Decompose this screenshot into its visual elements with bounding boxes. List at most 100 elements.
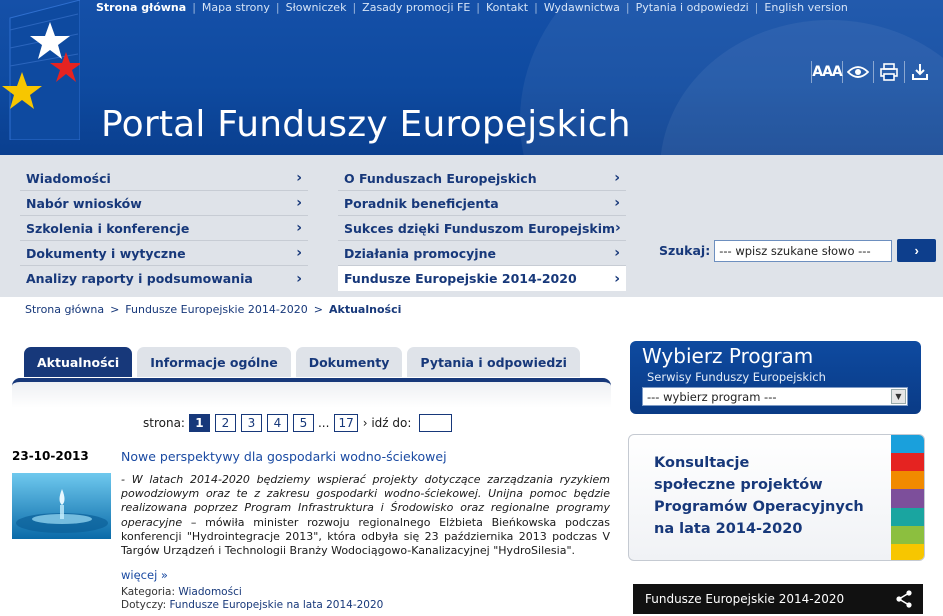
page-link[interactable]: 5 — [292, 414, 314, 432]
menu-item-analyses[interactable]: Analizy raporty i podsumowania › — [20, 266, 308, 291]
tab-faq[interactable]: Pytania i odpowiedzi — [407, 347, 580, 377]
menu-item-label: O Funduszach Europejskich — [344, 170, 537, 186]
site-header: Strona główna | Mapa strony | Słowniczek… — [0, 0, 943, 155]
funds-2014-2020-bar[interactable]: Fundusze Europejskie 2014-2020 — [633, 584, 923, 614]
funds-bar-label: Fundusze Europejskie 2014-2020 — [645, 592, 845, 606]
pagination-label: strona: — [143, 416, 185, 430]
breadcrumb-funds-link[interactable]: Fundusze Europejskie 2014-2020 — [125, 303, 308, 316]
chevron-right-icon: › — [296, 170, 302, 186]
breadcrumb-home-link[interactable]: Strona główna — [25, 303, 104, 316]
search-label: Szukaj: — [659, 243, 711, 258]
breadcrumb-current: Aktualności — [329, 303, 402, 316]
page-link[interactable]: 3 — [240, 414, 262, 432]
topnav-separator: | — [275, 0, 280, 14]
page-link-current[interactable]: 1 — [188, 414, 210, 432]
tab-documents[interactable]: Dokumenty — [295, 347, 403, 377]
color-stripe — [891, 489, 924, 508]
menu-item-beneficiary-guide[interactable]: Poradnik beneficjenta › — [338, 191, 626, 216]
color-stripe — [891, 507, 924, 526]
menu-item-news[interactable]: Wiadomości › — [20, 166, 308, 191]
eu-funds-logo-icon[interactable] — [2, 0, 80, 140]
menu-item-label: Nabór wniosków — [26, 195, 142, 211]
concerns-label: Dotyczy: — [121, 599, 167, 611]
chevron-right-icon: › — [296, 270, 302, 287]
font-size-label: AAA — [812, 64, 842, 80]
topnav-separator: | — [476, 0, 480, 14]
topnav-contact-link[interactable]: Kontakt — [486, 1, 528, 14]
consultation-banner[interactable]: Konsultacje społeczne projektów Programó… — [628, 434, 925, 561]
topnav-english-link[interactable]: English version — [764, 1, 848, 14]
search-form: Szukaj: › — [659, 239, 937, 262]
topnav-publications-link[interactable]: Wydawnictwa — [544, 1, 620, 14]
breadcrumb-separator: > — [313, 303, 324, 316]
color-stripe — [891, 525, 924, 544]
goto-page-input[interactable] — [419, 414, 453, 432]
download-icon[interactable] — [905, 60, 935, 84]
eye-icon[interactable] — [843, 60, 873, 84]
topnav-home-link[interactable]: Strona główna — [96, 1, 186, 14]
menu-item-label: Dokumenty i wytyczne — [26, 245, 186, 261]
program-selector-box: Wybierz Program Serwisy Funduszy Europej… — [630, 341, 921, 414]
page-link[interactable]: 4 — [266, 414, 288, 432]
main-menu: Wiadomości › Nabór wniosków › Szkolenia i … — [0, 155, 943, 297]
article-concerns: Dotyczy: Fundusze Europejskie na lata 20… — [121, 599, 383, 611]
page-link-last[interactable]: 17 — [334, 414, 358, 432]
chevron-right-icon: › — [296, 245, 302, 261]
consultation-line: społeczne projektów — [654, 477, 823, 493]
chevron-right-icon: › — [296, 220, 302, 236]
share-icon[interactable] — [895, 590, 913, 608]
menu-item-label: Działania promocyjne — [344, 245, 496, 261]
chevron-right-icon: › — [614, 270, 620, 287]
topnav-promotion-rules-link[interactable]: Zasady promocji FE — [362, 1, 470, 14]
chevron-right-icon: › — [614, 245, 620, 261]
topnav-glossary-link[interactable]: Słowniczek — [286, 1, 347, 14]
chevron-right-icon: › — [614, 195, 620, 211]
tab-general-info[interactable]: Informacje ogólne — [137, 347, 291, 377]
category-link[interactable]: Wiadomości — [178, 586, 241, 598]
tab-panel-header — [12, 378, 611, 408]
topnav-separator: | — [352, 0, 357, 14]
search-input[interactable] — [714, 239, 893, 262]
consultation-line: na lata 2014-2020 — [654, 521, 803, 537]
menu-item-label: Sukces dzięki Funduszom Europejskim — [344, 220, 616, 236]
program-select[interactable]: --- wybierz program --- ▼ — [642, 387, 908, 406]
menu-item-calls[interactable]: Nabór wniosków › — [20, 191, 308, 216]
breadcrumb-separator: > — [110, 303, 120, 316]
menu-item-success-stories[interactable]: Sukces dzięki Funduszom Europejskim › — [338, 216, 626, 241]
article-date: 23-10-2013 — [12, 449, 89, 463]
menu-item-about-funds[interactable]: O Funduszach Europejskich › — [338, 166, 626, 191]
article-text: – mówiła minister rozwoju regionalnego E… — [121, 515, 610, 558]
menu-item-trainings[interactable]: Szkolenia i konferencje › — [20, 216, 308, 241]
tab-news[interactable]: Aktualności — [24, 347, 133, 377]
topnav-separator: | — [534, 0, 538, 14]
pagination-ellipsis: ... — [317, 416, 330, 430]
consultation-line: Konsultacje — [654, 455, 750, 471]
article-thumbnail[interactable] — [12, 473, 111, 539]
color-stripe — [891, 435, 924, 454]
color-stripe — [891, 453, 924, 472]
top-navigation: Strona główna | Mapa strony | Słowniczek… — [96, 0, 848, 14]
read-more-link[interactable]: więcej » — [121, 568, 168, 582]
menu-item-promotion[interactable]: Działania promocyjne › — [338, 241, 626, 266]
page-link[interactable]: 2 — [214, 414, 236, 432]
color-stripe — [891, 543, 924, 560]
menu-item-documents[interactable]: Dokumenty i wytyczne › — [20, 241, 308, 266]
search-button[interactable]: › — [897, 239, 937, 262]
topnav-sitemap-link[interactable]: Mapa strony — [202, 1, 270, 14]
concerns-link[interactable]: Fundusze Europejskie na lata 2014-2020 — [169, 599, 383, 611]
topnav-faq-link[interactable]: Pytania i odpowiedzi — [636, 1, 749, 14]
menu-column-left: Wiadomości › Nabór wniosków › Szkolenia i … — [20, 166, 308, 291]
consultation-line: Programów Operacyjnych — [654, 499, 864, 515]
pagination: strona: 1 2 3 4 5 ... 17 › idź do: — [143, 414, 453, 432]
article-excerpt: - W latach 2014-2020 będziemy wspierać p… — [121, 473, 610, 558]
topnav-separator: | — [192, 0, 196, 14]
font-size-icon[interactable]: AAA — [812, 60, 842, 84]
program-select-value: --- wybierz program --- — [647, 389, 777, 404]
article-title-link[interactable]: Nowe perspektywy dla gospodarki wodno-śc… — [121, 449, 447, 464]
color-stripe — [891, 471, 924, 490]
chevron-down-icon: ▼ — [891, 389, 906, 404]
menu-item-funds-2014-2020[interactable]: Fundusze Europejskie 2014-2020 › — [338, 266, 626, 291]
article-category: Kategoria: Wiadomości — [121, 586, 242, 598]
chevron-right-icon: › — [614, 170, 620, 186]
print-icon[interactable] — [874, 60, 904, 84]
